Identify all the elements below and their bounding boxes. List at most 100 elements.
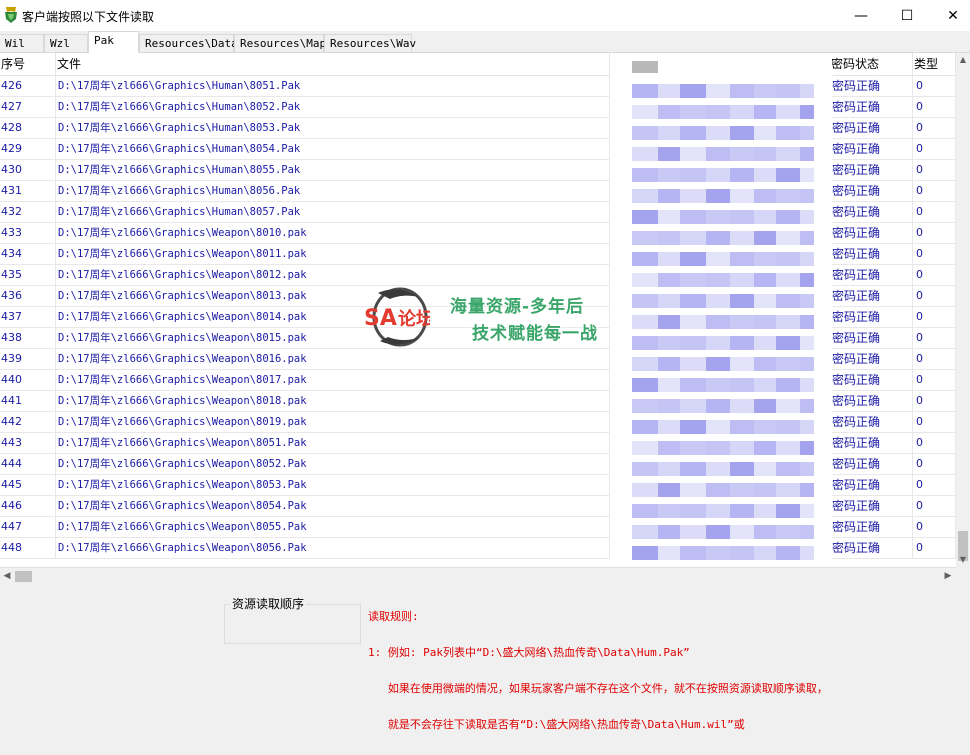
horizontal-scroll-thumb[interactable] [15,571,32,582]
pixelated-block [754,357,776,371]
scroll-up-icon[interactable]: ▲ [956,53,970,67]
pixelated-block [680,420,706,434]
vertical-scrollbar[interactable]: ▲ ▼ [956,53,970,567]
pixelated-block [754,231,776,245]
pixelated-block [776,504,800,518]
pixelated-block [730,294,754,308]
bottom-panel: 资源读取顺序 读取规则: 1: 例如: Pak列表中“D:\盛大网络\热血传奇\… [0,585,970,731]
scroll-left-icon[interactable]: ◀ [0,569,14,583]
pixelated-block [776,546,800,560]
pixelated-block [706,525,730,539]
pixelated-block [706,336,730,350]
pixelated-block [800,462,814,476]
pixelated-block [632,315,658,329]
minimize-button[interactable]: — [838,0,884,31]
maximize-button[interactable]: ☐ [884,0,930,31]
tab-wil[interactable]: Wil [0,34,44,52]
column-header-type[interactable]: 类型 [913,53,956,75]
file-list[interactable]: 序号 文件 密码状态 类型 426 D:\17周年\zl666\Graphics\… [0,53,956,567]
row-type-cell: 0 [913,181,956,201]
pixelated-block [706,168,730,182]
row-file-cell: D:\17周年\zl666\Graphics\Human\8052.Pak [56,97,610,117]
row-type-cell: 0 [913,223,956,243]
row-password-status-cell: 密码正确 [830,265,913,285]
row-password-status-cell: 密码正确 [830,370,913,390]
pixelated-block [680,294,706,308]
pixelated-block [632,126,658,140]
pixelated-block [754,315,776,329]
tab-resources-wav[interactable]: Resources\Wav [324,34,416,52]
row-index-cell: 426 [0,76,56,96]
column-header-file[interactable]: 文件 [56,53,610,75]
pixelated-block [800,378,814,392]
row-password-status-cell: 密码正确 [830,223,913,243]
pixelated-block [632,84,658,98]
tab-resources-data[interactable]: Resources\Data [139,34,238,52]
rules-line: 如果在使用微端的情况，如果玩家客户端不存在这个文件，就不在按照资源读取顺序读取， [368,682,828,695]
row-type-cell: 0 [913,244,956,264]
pixelated-block [800,525,814,539]
pixelated-block [706,546,730,560]
row-index-cell: 443 [0,433,56,453]
row-password-status-cell: 密码正确 [830,76,913,96]
row-index-cell: 441 [0,391,56,411]
row-type-cell: 0 [913,139,956,159]
tab-pak[interactable]: Pak [88,31,139,53]
pixelated-block [754,399,776,413]
row-index-cell: 448 [0,538,56,558]
row-password-status-cell: 密码正确 [830,139,913,159]
pixelated-block [730,546,754,560]
pixelated-block [658,105,680,119]
pixelated-block [658,504,680,518]
row-file-cell: D:\17周年\zl666\Graphics\Human\8054.Pak [56,139,610,159]
pixelated-block [754,504,776,518]
row-file-cell: D:\17周年\zl666\Graphics\Weapon\8011.pak [56,244,610,264]
tab-wzl[interactable]: Wzl [44,34,88,52]
row-type-cell: 0 [913,307,956,327]
pixelated-block [800,273,814,287]
row-index-cell: 433 [0,223,56,243]
pixelated-block [632,525,658,539]
close-button[interactable]: ✕ [930,0,970,31]
row-password-status-cell: 密码正确 [830,454,913,474]
pixelated-block [658,252,680,266]
column-header-password-status[interactable]: 密码状态 [830,53,913,75]
row-file-cell: D:\17周年\zl666\Graphics\Weapon\8019.pak [56,412,610,432]
row-index-cell: 439 [0,349,56,369]
pixelated-block [706,441,730,455]
row-password-status-cell: 密码正确 [830,181,913,201]
row-index-cell: 440 [0,370,56,390]
pixelated-block [800,84,814,98]
column-header-index[interactable]: 序号 [0,53,56,75]
pixelated-block [706,462,730,476]
pixelated-block [800,294,814,308]
pixelated-block [776,420,800,434]
pixelated-block [730,315,754,329]
pixelated-block [706,504,730,518]
pixelated-block [658,399,680,413]
pixelated-block [632,378,658,392]
scroll-right-icon[interactable]: ▶ [941,569,955,583]
pixelated-block [680,273,706,287]
pixelated-block [632,231,658,245]
pixelated-block [800,231,814,245]
pixelated-block [632,504,658,518]
tab-resources-map[interactable]: Resources\Map [234,34,326,52]
row-index-cell: 427 [0,97,56,117]
pixelated-block [680,525,706,539]
scroll-down-icon[interactable]: ▼ [956,553,970,567]
row-index-cell: 432 [0,202,56,222]
pixelated-block [680,483,706,497]
row-file-cell: D:\17周年\zl666\Graphics\Weapon\8052.Pak [56,454,610,474]
horizontal-scrollbar[interactable]: ◀ ▶ [0,567,956,585]
pixelated-block [680,210,706,224]
pixelated-block [680,441,706,455]
pixelated-block [730,399,754,413]
pixelated-block [730,273,754,287]
resource-order-title: 资源读取顺序 [230,595,307,612]
pixelated-block [680,105,706,119]
pixelated-block [754,105,776,119]
row-password-status-cell: 密码正确 [830,433,913,453]
pixelated-block [754,294,776,308]
row-type-cell: 0 [913,349,956,369]
